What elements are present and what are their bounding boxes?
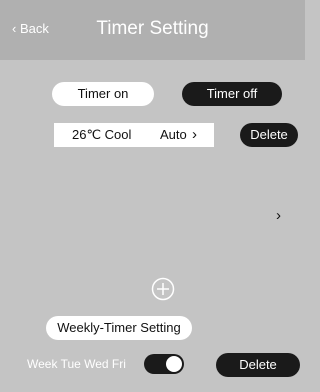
weekly-timer-toggle[interactable] xyxy=(144,354,184,374)
weekly-days-label: Week Tue Wed Fri xyxy=(27,357,126,371)
delete-weekly-button[interactable]: Delete xyxy=(216,353,300,377)
chevron-right-icon[interactable]: › xyxy=(276,207,281,224)
timer-on-button[interactable]: Timer on xyxy=(52,82,154,106)
weekly-timer-setting-button[interactable]: Weekly-Timer Setting xyxy=(46,316,192,340)
timer-entry-mode: Auto xyxy=(160,127,187,142)
timer-entry-temperature: 26℃ Cool xyxy=(72,127,132,142)
page-title: Timer Setting xyxy=(96,18,209,39)
delete-timer-button[interactable]: Delete xyxy=(240,123,298,147)
circle-plus-icon[interactable] xyxy=(151,277,175,301)
timer-entry-row[interactable]: 26℃ Cool Auto › xyxy=(54,123,214,147)
timer-off-button[interactable]: Timer off xyxy=(182,82,282,106)
title-bar: ‹ Back Timer Setting xyxy=(0,0,305,60)
chevron-right-icon: › xyxy=(192,126,197,143)
toggle-knob xyxy=(166,356,182,372)
